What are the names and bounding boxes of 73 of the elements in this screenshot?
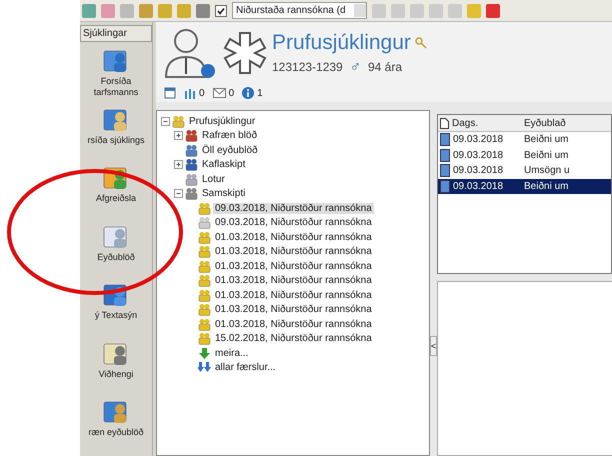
patient-age: 94 ára [368, 60, 402, 74]
toolbar-icon[interactable] [486, 4, 500, 18]
tree-item[interactable]: allar færslur... [213, 362, 278, 374]
tree-item[interactable]: Prufusjúklingur [187, 116, 258, 127]
sidebar-item[interactable]: ræn eyðublöð [88, 397, 144, 456]
tree-item[interactable]: 01.03.2018, Niðurstöður rannsókna [213, 304, 374, 316]
document-row[interactable]: 09.03.2018 Beiðni um [438, 132, 611, 148]
column-header[interactable]: Eyðublað [524, 118, 566, 128]
page-icon [440, 118, 449, 128]
sex-symbol: ♂ [350, 58, 361, 75]
tree-item[interactable]: Kaflaskipt [200, 159, 248, 170]
tree-item[interactable]: 01.03.2018, Niðurstöður rannsókna [213, 275, 374, 286]
tree-item[interactable]: Samskipti [200, 188, 248, 200]
info-icon [242, 87, 254, 99]
count: 0 [199, 88, 205, 98]
tree-item[interactable]: 15.02.2018, Niðurstöður rannsókna [213, 333, 374, 344]
collapse-toggle[interactable] [174, 189, 183, 198]
tree-item[interactable]: Öll eyðublöð [200, 144, 260, 156]
calendar-icon[interactable] [164, 87, 176, 99]
toolbar-icon[interactable] [120, 4, 134, 18]
date-cell: 09.03.2018 [453, 150, 504, 161]
patient-name: Prufusjúklingur [272, 31, 411, 55]
sidebar-item[interactable]: Forsíða tarfsmanns [94, 46, 138, 105]
document-row[interactable]: 09.03.2018 Umsögn u [438, 163, 611, 178]
count: 1 [257, 88, 263, 98]
form-cell: Beiðni um [524, 180, 568, 192]
tree-item[interactable]: Rafræn blöð [200, 130, 260, 142]
star-of-life-icon [222, 30, 268, 76]
toolbar-icon[interactable] [139, 4, 153, 18]
date-cell: 09.03.2018 [453, 180, 504, 192]
date-cell: 09.03.2018 [453, 134, 504, 146]
sidebar-title: Sjúklingar [80, 25, 152, 42]
toolbar-icon[interactable] [101, 4, 115, 18]
toolbar-icon[interactable] [82, 4, 96, 18]
sidebar-item[interactable]: Afgreiðsla [96, 163, 136, 222]
toolbar-icon[interactable] [196, 4, 210, 18]
tree-item[interactable]: 09.03.2018, Niðurstöður rannsókna [213, 217, 374, 228]
tree-item[interactable]: meira... [213, 348, 250, 359]
toolbar-icon[interactable] [158, 4, 172, 18]
document-icon [440, 180, 450, 193]
document-icon [440, 164, 450, 178]
expand-toggle[interactable] [174, 131, 183, 140]
sidebar-item[interactable]: Eyðublöð [97, 222, 135, 280]
filter-dropdown[interactable]: Niðurstaða rannsókna (d [232, 2, 367, 19]
tree-item[interactable]: Lotur [200, 174, 227, 185]
form-cell: Umsögn u [524, 165, 570, 176]
document-icon [440, 133, 450, 146]
filter-checkbox[interactable] [215, 4, 227, 16]
person-avatar-icon [162, 27, 218, 79]
tree-item[interactable]: 01.03.2018, Niðurstöður rannsókna [213, 232, 374, 243]
tree-item[interactable]: 01.03.2018, Niðurstöður rannsókna [213, 246, 374, 258]
count: 0 [228, 88, 234, 98]
tree-item[interactable]: 01.03.2018, Niðurstöður rannsókna [213, 318, 374, 330]
sidebar-item[interactable]: ý Textasýn [94, 280, 138, 339]
tree-item[interactable]: 01.03.2018, Niðurstöður rannsókna [213, 260, 374, 272]
down-arrow-icon [198, 346, 211, 360]
document-icon [440, 148, 450, 162]
form-cell: Beiðni um [524, 134, 568, 146]
date-cell: 09.03.2018 [453, 165, 504, 176]
collapse-toggle[interactable] [161, 116, 170, 126]
patient-id: 123123-1239 [272, 60, 343, 74]
sidebar-item[interactable]: Viðhengi [98, 338, 134, 398]
tree-item[interactable]: 09.03.2018, Niðurstöður rannsókna [213, 202, 374, 214]
document-row[interactable]: 09.03.2018 Beiðni um [438, 148, 611, 163]
column-header[interactable]: Dags. [452, 118, 478, 128]
expand-toggle[interactable] [174, 160, 183, 170]
sidebar-item[interactable]: rsíða sjúklings [87, 104, 145, 164]
double-arrow-icon [198, 361, 211, 374]
document-row[interactable]: 09.03.2018 Beiðni um [438, 178, 611, 194]
form-cell: Beiðni um [524, 150, 568, 161]
toolbar-icon[interactable] [177, 4, 191, 18]
mail-icon [212, 88, 226, 98]
tree-item[interactable]: 01.03.2018, Niðurstöður rannsókna [213, 290, 374, 301]
